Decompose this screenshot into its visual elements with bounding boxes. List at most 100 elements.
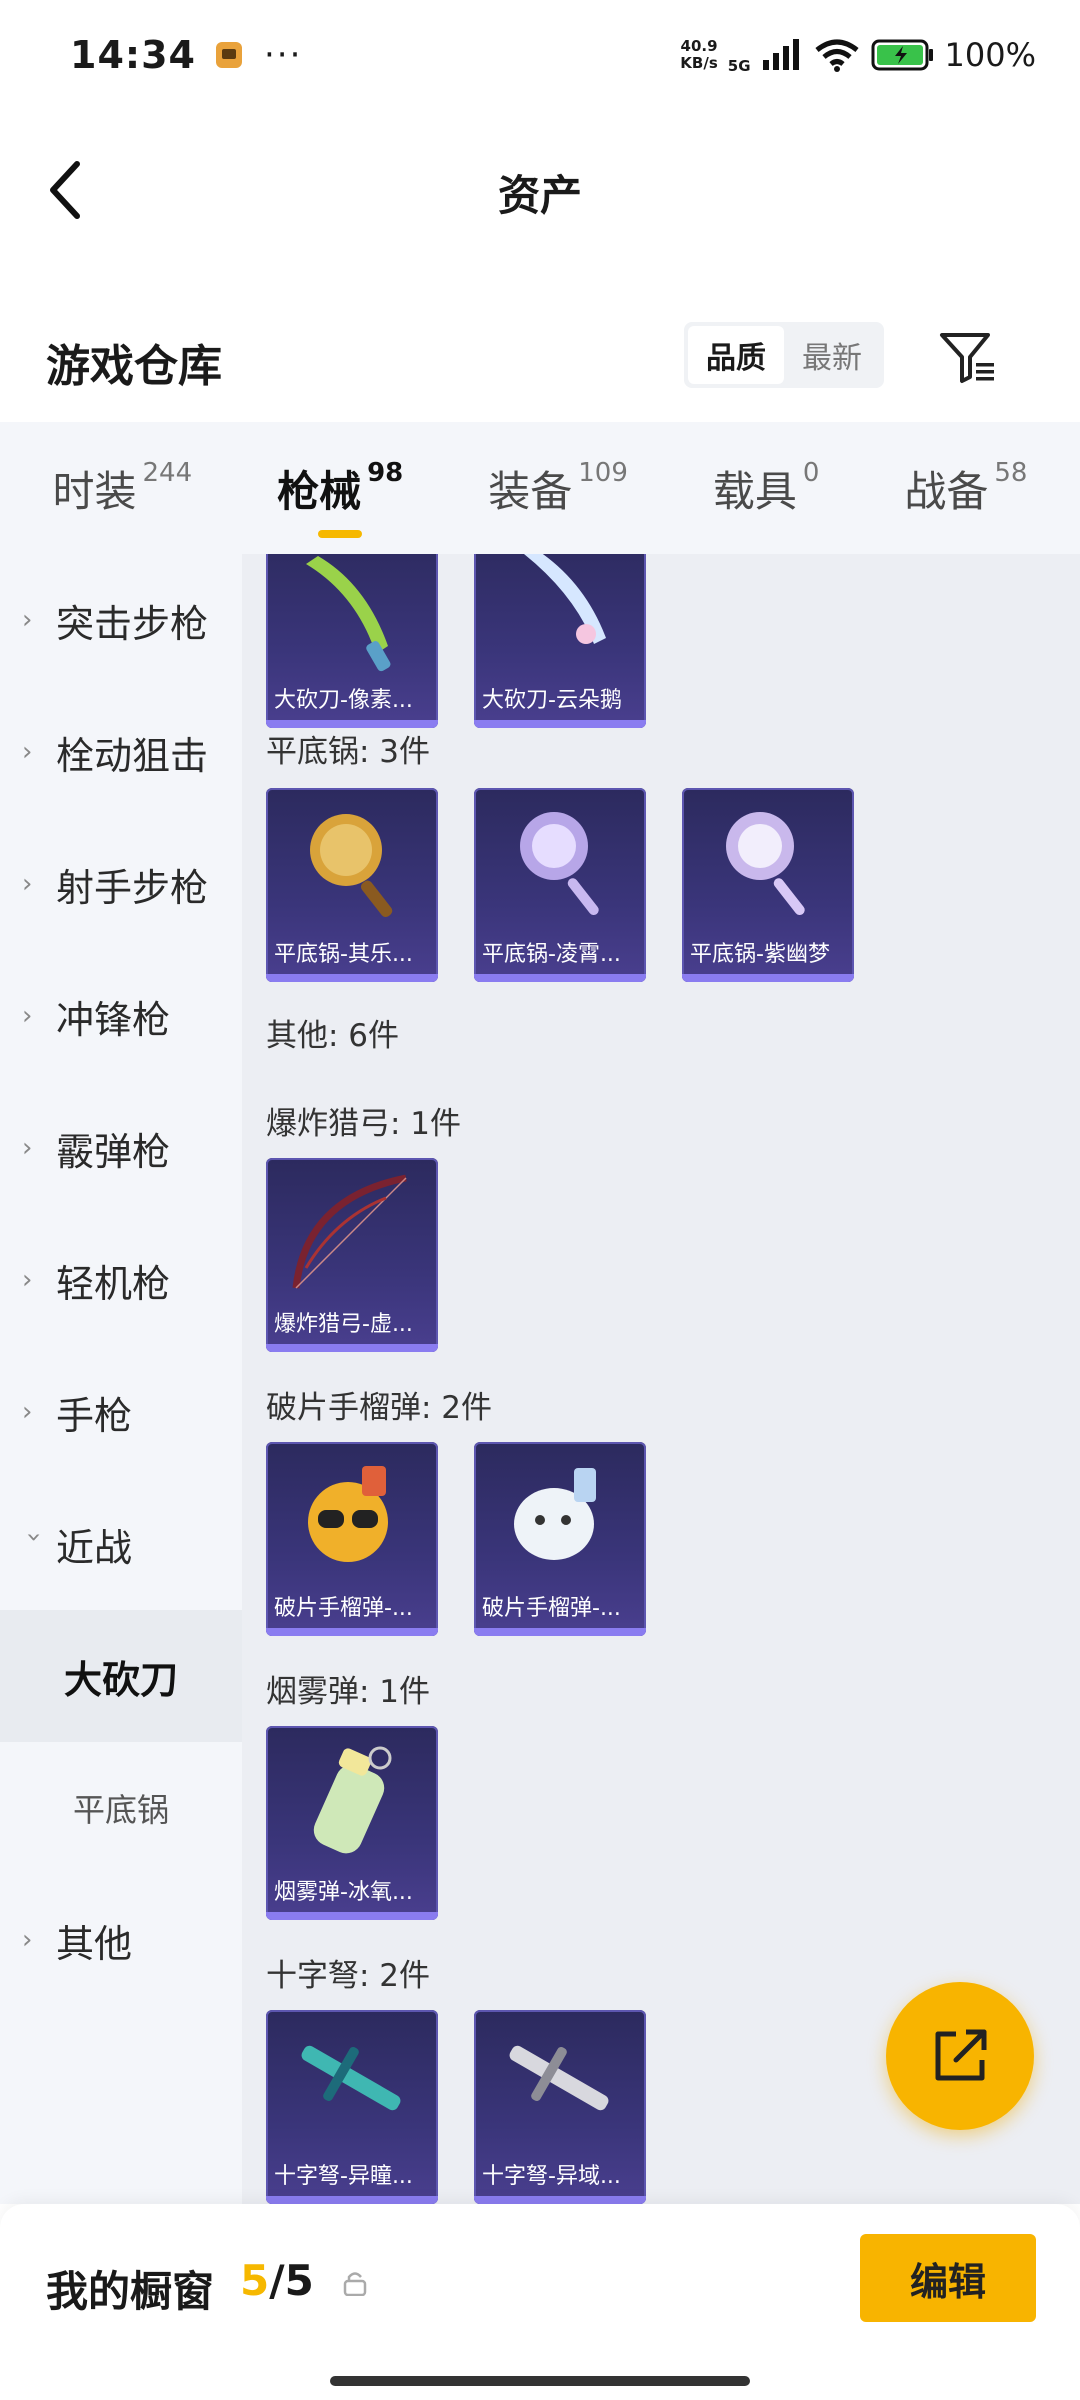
tab-label: 载具 [712,467,797,516]
machete-art-icon [524,554,606,644]
sidebar-item-label: 突击步枪 [56,601,209,646]
sidebar-item-marksman-rifle[interactable]: › 射手步枪 [0,818,242,950]
sidebar-item-lmg[interactable]: › 轻机枪 [0,1214,242,1346]
lock-icon [343,2272,367,2296]
item-card[interactable]: 破片手榴弹-... [474,1442,646,1636]
tab-firearms[interactable]: 枪械 98 [269,458,411,518]
item-card[interactable]: 十字弩-异瞳... [266,2010,438,2204]
rarity-strip [474,2196,646,2204]
sidebar-item-label: 栓动狙击 [56,733,209,778]
tab-count: 244 [142,458,193,488]
item-name: 烟雾弹-冰氧... [274,1880,413,1905]
sidebar-item-assault-rifle[interactable]: › 突击步枪 [0,554,242,686]
item-card[interactable]: 十字弩-异域... [474,2010,646,2204]
chevron-right-icon: › [22,1133,33,1163]
more-notifications-icon: ··· [263,35,303,75]
item-name: 十字弩-异瞳... [274,2164,413,2189]
item-card[interactable]: 平底锅-其乐... [266,788,438,982]
group-label: 十字弩: 2件 [266,1958,431,1994]
filter-icon [940,333,994,383]
rarity-strip [474,974,646,982]
grenade-art-icon [308,1466,388,1562]
item-name: 破片手榴弹-... [274,1596,413,1621]
sidebar-item-pistol[interactable]: › 手枪 [0,1346,242,1478]
chevron-down-icon: › [19,1532,49,1543]
network-speed-unit: KB/s [680,54,718,72]
sidebar-item-label: 近战 [56,1525,133,1570]
home-indicator[interactable] [330,2376,750,2386]
sidebar-item-smg[interactable]: › 冲锋枪 [0,950,242,1082]
showcase-label: 我的橱窗 [46,2267,215,2316]
pan-art-icon [520,812,599,916]
showcase-bar: 我的橱窗 5/5 编辑 [0,2204,1080,2400]
edit-button[interactable]: 编辑 [860,2234,1036,2322]
wifi-icon [814,39,859,72]
sort-quality-button[interactable]: 品质 [688,326,784,384]
tab-label: 枪械 [277,467,362,516]
tab-count: 0 [802,458,820,488]
bow-art-icon [292,1174,407,1289]
pan-art-icon [726,812,805,916]
item-name: 平底锅-凌霄... [482,942,621,967]
sidebar-item-shotgun[interactable]: › 霰弹枪 [0,1082,242,1214]
sidebar-subitem-machete[interactable]: 大砍刀 [0,1610,242,1742]
external-link-icon [935,2029,987,2081]
sidebar-item-label: 射手步枪 [56,865,209,910]
sidebar-item-label: 冲锋枪 [56,997,171,1042]
item-name: 大砍刀-像素... [274,688,413,713]
tab-equipment[interactable]: 装备 109 [480,458,636,518]
sidebar-item-melee[interactable]: › 近战 [0,1478,242,1610]
status-bar: 14:34 ··· 40.9 KB/s 5G 100% [0,0,1080,110]
sidebar-item-label: 手枪 [56,1393,133,1438]
item-card[interactable]: 烟雾弹-冰氧... [266,1726,438,1920]
item-card[interactable]: 平底锅-紫幽梦 [682,788,854,982]
filter-button[interactable] [932,322,1002,392]
machete-art-icon [306,556,391,672]
item-card[interactable]: 爆炸猎弓-虚... [266,1158,438,1352]
sidebar-item-label: 其他 [56,1921,133,1966]
tab-supplies[interactable]: 战备 58 [896,458,1035,518]
signal-icon [762,39,799,70]
showcase-total: /5 [269,2256,314,2305]
sidebar-item-bolt-sniper[interactable]: › 栓动狙击 [0,686,242,818]
pan-art-icon [310,814,393,918]
smoke-grenade-art-icon [313,1746,392,1854]
battery-icon [871,39,933,71]
sidebar-item-other[interactable]: › 其他 [0,1874,242,2006]
item-card[interactable]: 平底锅-凌霄... [474,788,646,982]
network-speed-value: 40.9 [680,37,718,55]
chevron-right-icon: › [22,737,33,767]
group-label: 爆炸猎弓: 1件 [266,1106,462,1142]
item-grid: 大砍刀-像素... 大砍刀-云朵鹅 平底锅: 3件 平底锅-其乐... 平底锅-… [242,554,1080,2204]
sidebar-item-label: 霰弹枪 [56,1129,171,1174]
category-tabs: 时装 244 枪械 98 装备 109 载具 0 战备 58 [0,422,1080,554]
sort-toggle: 品质 最新 [684,322,884,388]
tab-label: 战备 [904,467,989,516]
item-card[interactable]: 大砍刀-像素... [266,554,438,728]
showcase-current: 5 [240,2256,270,2305]
warehouse-title: 游戏仓库 [46,341,222,392]
item-name: 破片手榴弹-... [482,1596,621,1621]
network-type: 5G [727,57,751,75]
rarity-strip [474,720,646,728]
tab-vehicles[interactable]: 载具 0 [705,458,828,518]
tab-label: 时装 [52,467,137,516]
item-name: 爆炸猎弓-虚... [274,1312,413,1337]
status-time: 14:34 [70,33,196,77]
sidebar-subitem-pan[interactable]: 平底锅 [0,1742,242,1874]
share-button[interactable] [886,1982,1034,2130]
item-card[interactable]: 大砍刀-云朵鹅 [474,554,646,728]
rarity-strip [266,2196,438,2204]
warehouse-header: 游戏仓库 品质 最新 [0,300,1080,410]
tab-label: 装备 [488,467,573,516]
chevron-right-icon: › [22,1265,33,1295]
app-header: 资产 [0,110,1080,270]
tab-count: 109 [578,458,628,488]
chevron-right-icon: › [22,1397,33,1427]
sort-newest-button[interactable]: 最新 [784,326,880,384]
item-card[interactable]: 破片手榴弹-... [266,1442,438,1636]
chevron-right-icon: › [22,1925,33,1955]
rarity-strip [474,1628,646,1636]
rarity-strip [682,974,854,982]
tab-fashion[interactable]: 时装 244 [44,458,200,518]
